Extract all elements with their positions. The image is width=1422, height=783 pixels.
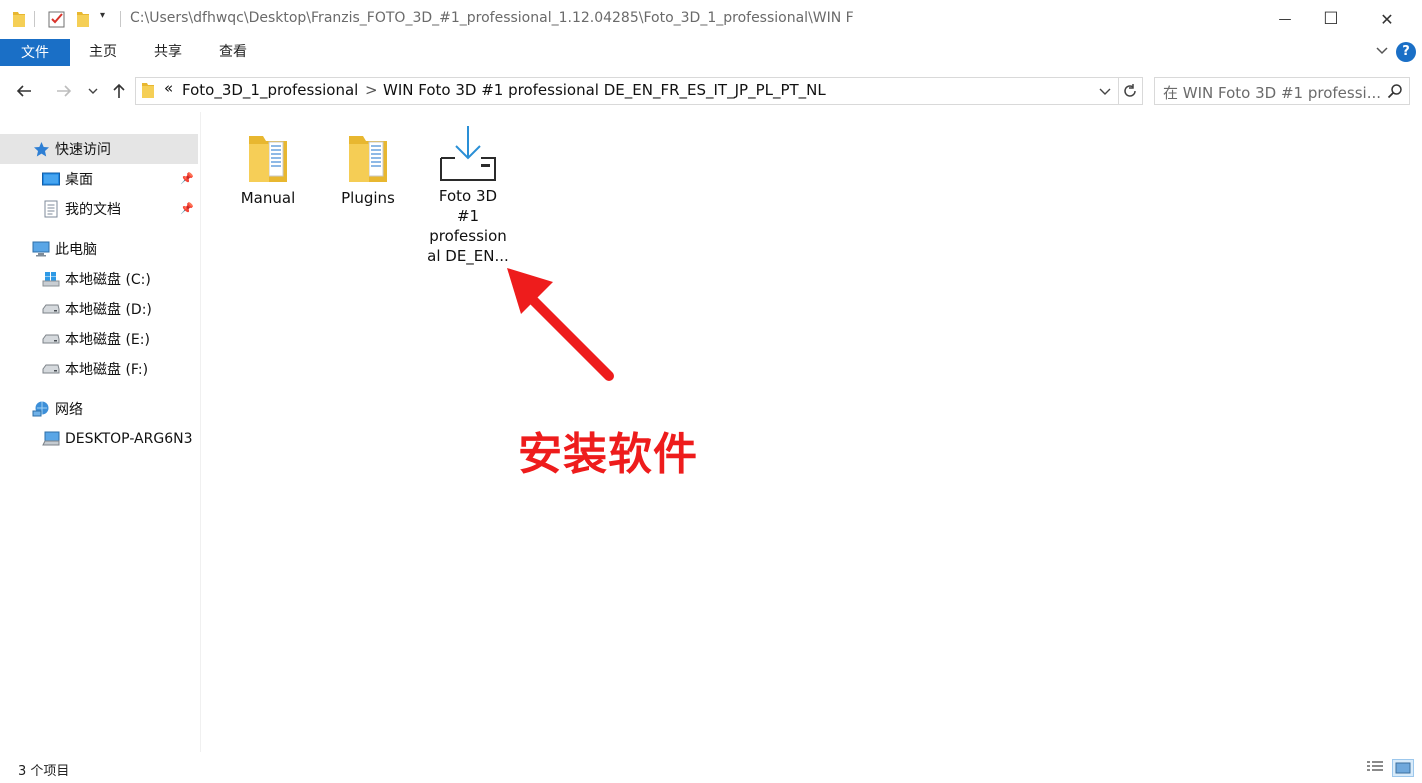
- annotation-label: 安装软件: [518, 429, 698, 480]
- nav-label: 本地磁盘 (F:): [65, 362, 149, 378]
- windows-drive-icon: [42, 270, 60, 288]
- nav-drive-e[interactable]: 本地磁盘 (E:): [0, 324, 200, 354]
- close-button[interactable]: ✕: [1364, 0, 1410, 38]
- chevron-down-icon: [88, 88, 98, 94]
- drive-icon: [42, 330, 60, 348]
- new-folder-icon[interactable]: [76, 10, 90, 32]
- tab-share[interactable]: 共享: [142, 38, 194, 66]
- breadcrumb-item[interactable]: Foto_3D_1_professional: [182, 81, 358, 99]
- minimize-icon: —: [1278, 11, 1292, 27]
- minimize-button[interactable]: —: [1262, 0, 1308, 38]
- nav-drive-d[interactable]: 本地磁盘 (D:): [0, 294, 200, 324]
- maximize-icon: ☐: [1323, 9, 1339, 29]
- forward-button[interactable]: [50, 70, 78, 112]
- desktop-icon: [42, 170, 60, 188]
- tab-home[interactable]: 主页: [78, 38, 128, 66]
- file-name-line: profession: [429, 227, 507, 245]
- up-button[interactable]: [106, 70, 132, 112]
- nav-label: 网络: [55, 402, 83, 418]
- search-box[interactable]: 在 WIN Foto 3D #1 professi...: [1154, 77, 1410, 105]
- nav-network[interactable]: 网络: [0, 394, 200, 424]
- item-count: 3 个项目: [18, 764, 70, 779]
- file-item-manual[interactable]: Manual: [223, 126, 313, 208]
- qa-separator: [120, 11, 121, 27]
- nav-label: 本地磁盘 (C:): [65, 272, 151, 288]
- ribbon-expand-icon[interactable]: [1374, 42, 1390, 62]
- file-list: Manual Plugins Foto 3D #1 profession al …: [201, 112, 1422, 752]
- help-icon[interactable]: ?: [1396, 42, 1416, 62]
- recent-locations-button[interactable]: [84, 70, 102, 112]
- drive-icon: [42, 360, 60, 378]
- nav-label: 此电脑: [55, 242, 97, 258]
- address-bar[interactable]: « Foto_3D_1_professional > WIN Foto 3D #…: [135, 77, 1119, 105]
- search-placeholder: 在 WIN Foto 3D #1 professi...: [1163, 84, 1381, 102]
- folder-icon: [141, 82, 155, 103]
- tab-view[interactable]: 查看: [206, 38, 260, 66]
- nav-label: 快速访问: [55, 142, 111, 158]
- nav-label: 本地磁盘 (E:): [65, 332, 150, 348]
- pin-icon[interactable]: 📌: [180, 202, 194, 215]
- file-item-plugins[interactable]: Plugins: [323, 126, 413, 208]
- folder-icon: [12, 10, 26, 32]
- back-arrow-icon: [16, 85, 31, 97]
- nav-quick-access[interactable]: 快速访问: [0, 134, 198, 164]
- computer-icon: [42, 430, 60, 448]
- qa-separator: [34, 11, 35, 27]
- nav-label: 桌面: [65, 172, 93, 188]
- nav-label: 本地磁盘 (D:): [65, 302, 152, 318]
- nav-label: 我的文档: [65, 202, 121, 218]
- annotation-arrow: [507, 268, 614, 381]
- status-bar: 3 个项目: [0, 752, 1422, 783]
- nav-documents[interactable]: 我的文档 📌: [0, 194, 200, 224]
- file-name: Manual: [240, 189, 296, 207]
- maximize-button[interactable]: ☐: [1308, 0, 1354, 38]
- folder-icon: [223, 126, 313, 184]
- up-arrow-icon: [113, 83, 125, 98]
- close-icon: ✕: [1380, 9, 1394, 29]
- nav-this-pc[interactable]: 此电脑: [0, 234, 200, 264]
- details-view-icon[interactable]: [1366, 760, 1384, 778]
- folder-icon: [323, 126, 413, 184]
- breadcrumb-item[interactable]: WIN Foto 3D #1 professional DE_EN_FR_ES_…: [383, 81, 826, 99]
- properties-icon[interactable]: [48, 10, 66, 32]
- tab-file[interactable]: 文件: [0, 39, 70, 66]
- address-row: « Foto_3D_1_professional > WIN Foto 3D #…: [0, 70, 1422, 112]
- nav-label: DESKTOP-ARG6N3: [65, 431, 193, 447]
- title-bar: ▾ C:\Users\dfhwqc\Desktop\Franzis_FOTO_3…: [0, 0, 1422, 38]
- refresh-icon: [1124, 84, 1136, 97]
- computer-icon: [32, 240, 50, 258]
- breadcrumb-overflow[interactable]: «: [164, 79, 173, 97]
- file-name-line: #1: [456, 207, 480, 225]
- documents-icon: [42, 200, 60, 218]
- refresh-button[interactable]: [1118, 77, 1143, 105]
- search-icon: [1387, 83, 1403, 103]
- window-title: C:\Users\dfhwqc\Desktop\Franzis_FOTO_3D_…: [130, 10, 854, 26]
- address-dropdown-icon[interactable]: [1098, 84, 1112, 102]
- navigation-pane: 快速访问 桌面 📌 我的文档 📌 此电脑 本地磁盘 (C:) 本地磁盘 (D:): [0, 112, 201, 752]
- file-item-installer[interactable]: Foto 3D #1 profession al DE_EN...: [423, 124, 513, 266]
- nav-drive-f[interactable]: 本地磁盘 (F:): [0, 354, 200, 384]
- file-name: Plugins: [341, 189, 395, 207]
- installer-icon: [423, 124, 513, 184]
- ribbon-tabs: 文件 主页 共享 查看 ?: [0, 38, 1422, 68]
- large-icons-view-icon[interactable]: [1392, 759, 1414, 777]
- breadcrumb-separator[interactable]: >: [365, 81, 378, 99]
- nav-drive-c[interactable]: 本地磁盘 (C:): [0, 264, 200, 294]
- nav-desktop[interactable]: 桌面 📌: [0, 164, 200, 194]
- nav-network-computer[interactable]: DESKTOP-ARG6N3: [0, 424, 200, 454]
- network-icon: [32, 400, 50, 418]
- file-name-line: Foto 3D: [438, 187, 498, 205]
- drive-icon: [42, 300, 60, 318]
- star-icon: [32, 140, 50, 158]
- customize-qa-dropdown-icon[interactable]: ▾: [100, 10, 105, 21]
- pin-icon[interactable]: 📌: [180, 172, 194, 185]
- back-button[interactable]: [10, 70, 38, 112]
- forward-arrow-icon: [57, 85, 72, 97]
